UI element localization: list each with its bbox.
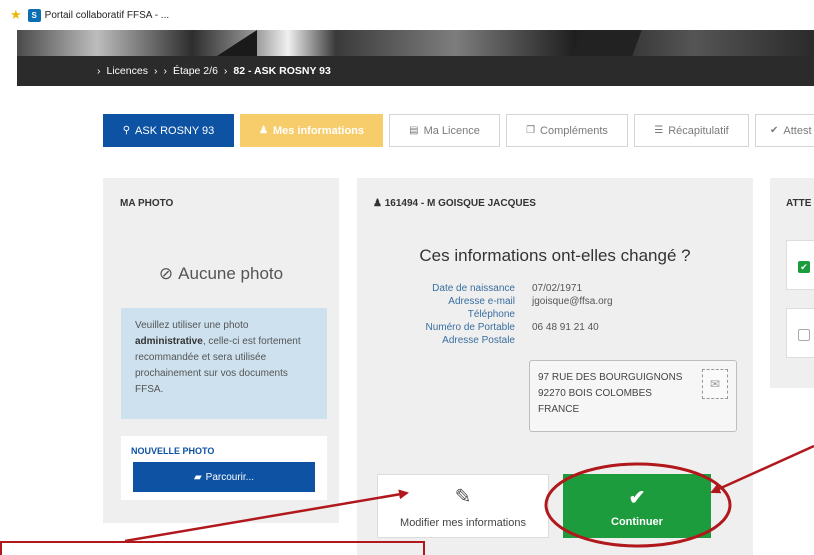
breadcrumb-separator: › [97,65,101,77]
tab-recapitulatif-label: Récapitulatif [668,124,729,137]
ban-icon: ⊘ [158,264,174,283]
tab-ma-licence-label: Ma Licence [423,124,480,137]
address-line: 92270 BOIS COLOMBES [538,388,652,399]
map-marker-icon: ⚲ [122,125,131,136]
photo-info-bold: administrative [135,336,203,347]
tab-club[interactable]: ⚲ ASK ROSNY 93 [103,114,234,147]
field-row: Adresse Postale [357,335,753,348]
new-photo-label: NOUVELLE PHOTO [131,446,215,456]
breadcrumb-step[interactable]: Étape 2/6 [173,65,218,77]
photo-info-box: Veuillez utiliser une photo administrati… [121,308,327,419]
photo-info-text: Veuillez utiliser une photo [135,320,249,331]
modify-info-button[interactable]: ✎ Modifier mes informations [377,474,549,538]
user-icon: ♟ [258,125,268,136]
tab-mes-informations[interactable]: ♟ Mes informations [240,114,383,147]
hero-banner [17,30,814,56]
photo-panel-title: MA PHOTO [120,198,174,209]
field-label: Adresse Postale [442,335,515,346]
user-icon: ♟ [373,198,385,209]
check-circle-icon: ✔ [770,125,779,136]
sharepoint-icon: S [27,8,41,22]
field-value: 06 48 91 21 40 [532,322,599,333]
folder-open-icon: ▰ [193,471,202,483]
browse-button[interactable]: ▰ Parcourir... [133,462,315,492]
question-title: Ces informations ont-elles changé ? [419,246,691,265]
copy-icon: ❐ [526,125,536,136]
person-heading: ♟ 161494 - M GOISQUE JACQUES [373,198,536,209]
field-label: Date de naissance [432,283,515,294]
address-line: 97 RUE DES BOURGUIGNONS [538,372,683,383]
edit-icon: ✎ [454,485,472,508]
person-name: 161494 - M GOISQUE JACQUES [384,198,536,209]
new-photo-box: NOUVELLE PHOTO ▰ Parcourir... [121,436,327,500]
attestation-panel-title: ATTE [786,198,812,209]
continue-label: Continuer [611,515,663,528]
tab-ma-licence[interactable]: ▤ Ma Licence [389,114,500,147]
postal-address-card: 97 RUE DES BOURGUIGNONS 92270 BOIS COLOM… [529,360,737,432]
breadcrumb-separator: › [153,65,158,77]
annotation-callout-box [0,541,425,555]
step-tabs: ⚲ ASK ROSNY 93 ♟ Mes informations ▤ Ma L… [103,114,814,147]
breadcrumb-licences[interactable]: Licences [107,65,148,77]
continue-button[interactable]: ✔ Continuer [563,474,711,538]
stamp-icon: ✉ [702,369,728,399]
tab-club-label: ASK ROSNY 93 [135,124,215,137]
tab-attestation[interactable]: ✔ Attest [755,114,814,147]
info-panel: ♟ 161494 - M GOISQUE JACQUES Ces informa… [357,178,753,555]
breadcrumb-current: 82 - ASK ROSNY 93 [233,65,331,77]
field-label: Téléphone [467,309,515,320]
breadcrumb: › Licences › › Étape 2/6 › 82 - ASK ROSN… [17,56,814,86]
no-photo-text: ⊘ Aucune photo [103,264,339,284]
field-label: Numéro de Portable [425,322,516,333]
list-icon: ☰ [654,125,664,136]
no-photo-label: Aucune photo [178,264,284,283]
page: ★ S Portail collaboratif FFSA - ... › Li… [0,0,814,555]
browser-tab-bar: ★ S Portail collaboratif FFSA - ... [0,0,814,30]
field-row: Date de naissance 07/02/1971 [357,283,753,296]
address-line: FRANCE [538,404,580,415]
browse-button-label: Parcourir... [205,471,255,483]
checked-checkbox-icon[interactable]: ✔ [798,261,810,273]
modify-info-label: Modifier mes informations [400,516,526,529]
field-value: 07/02/1971 [532,283,583,294]
info-fields: Date de naissance 07/02/1971 Adresse e-m… [357,283,753,348]
tab-complements[interactable]: ❐ Compléments [506,114,628,147]
field-row: Téléphone [357,309,753,322]
attestation-option[interactable] [786,308,814,358]
tab-attestation-label: Attest [783,124,812,137]
field-row: Numéro de Portable 06 48 91 21 40 [357,322,753,335]
tab-recapitulatif[interactable]: ☰ Récapitulatif [634,114,749,147]
field-label: Adresse e-mail [448,296,515,307]
star-icon[interactable]: ★ [10,7,22,23]
photo-panel: MA PHOTO ⊘ Aucune photo Veuillez utiliser… [103,178,339,523]
checkbox[interactable] [798,329,810,341]
tab-complements-label: Compléments [540,124,608,137]
attestation-option[interactable]: ✔ [786,240,814,290]
check-icon: ✔ [628,486,646,509]
field-value: jgoisque@ffsa.org [532,296,613,307]
tab-mes-informations-label: Mes informations [272,124,365,137]
id-card-icon: ▤ [409,125,419,136]
breadcrumb-separator: › [163,65,167,77]
attestation-panel: ATTE ✔ [770,178,814,388]
browser-tab-title[interactable]: Portail collaboratif FFSA - ... [45,10,170,21]
field-row: Adresse e-mail jgoisque@ffsa.org [357,296,753,309]
breadcrumb-separator: › [223,65,228,77]
